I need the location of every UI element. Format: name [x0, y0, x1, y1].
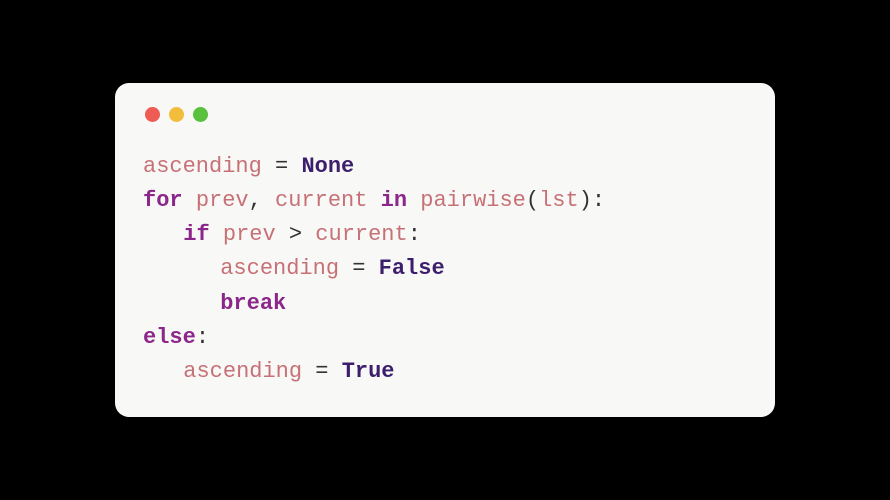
keyword-in: in [381, 188, 407, 213]
variable: prev [196, 188, 249, 213]
operator: = [262, 154, 302, 179]
argument: lst [539, 188, 579, 213]
traffic-lights [143, 107, 747, 122]
code-block: ascending = None for prev, current in pa… [143, 150, 747, 389]
paren: ): [579, 188, 605, 213]
code-window: ascending = None for prev, current in pa… [115, 83, 775, 417]
code-line-4: ascending = False [143, 252, 445, 286]
keyword-if: if [183, 222, 209, 247]
operator: = [302, 359, 342, 384]
close-icon[interactable] [145, 107, 160, 122]
value-none: None [301, 154, 354, 179]
keyword-else: else [143, 325, 196, 350]
code-line-3: if prev > current: [143, 218, 421, 252]
variable: current [275, 188, 367, 213]
variable: ascending [183, 359, 302, 384]
operator: = [339, 256, 379, 281]
variable: prev [223, 222, 276, 247]
keyword-break: break [220, 291, 286, 316]
variable: current [315, 222, 407, 247]
value-true: True [342, 359, 395, 384]
variable: ascending [220, 256, 339, 281]
colon: : [408, 222, 421, 247]
function-call: pairwise [420, 188, 526, 213]
code-line-5: break [143, 287, 286, 321]
operator: > [289, 222, 302, 247]
variable: ascending [143, 154, 262, 179]
code-line-7: ascending = True [143, 355, 395, 389]
paren: ( [526, 188, 539, 213]
maximize-icon[interactable] [193, 107, 208, 122]
code-line-1: ascending = None [143, 154, 354, 179]
keyword-for: for [143, 188, 183, 213]
code-line-2: for prev, current in pairwise(lst): [143, 188, 605, 213]
code-line-6: else: [143, 325, 209, 350]
minimize-icon[interactable] [169, 107, 184, 122]
colon: : [196, 325, 209, 350]
value-false: False [379, 256, 445, 281]
comma: , [249, 188, 275, 213]
